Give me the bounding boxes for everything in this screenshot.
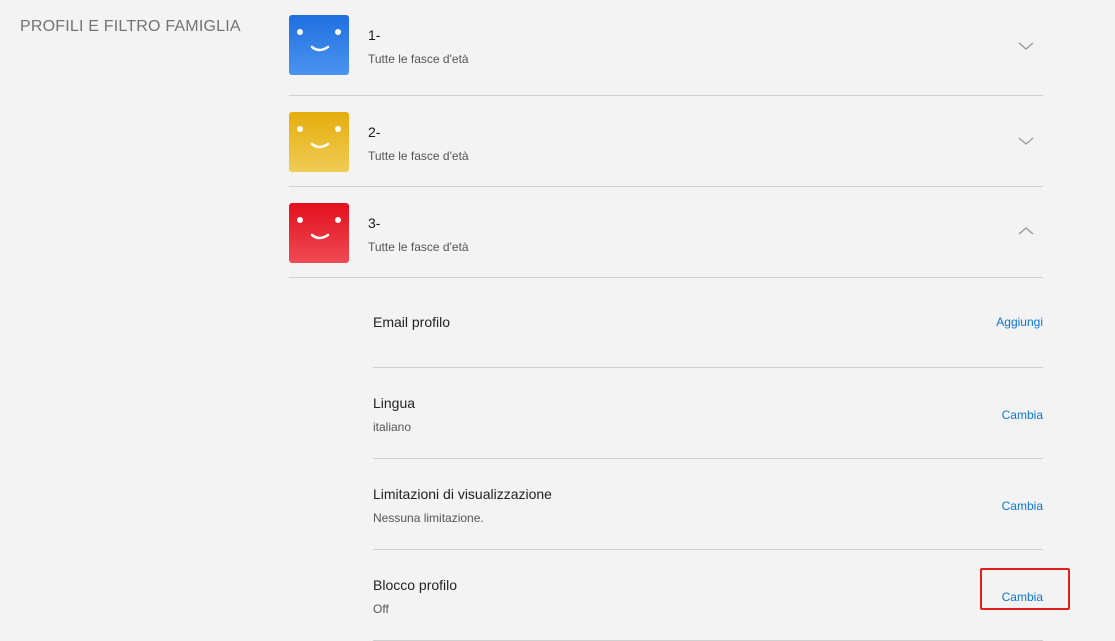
add-email-link[interactable]: Aggiungi xyxy=(996,315,1043,329)
change-viewing-restrictions-link[interactable]: Cambia xyxy=(1002,499,1043,513)
setting-viewing-restrictions: Limitazioni di visualizzazione Nessuna l… xyxy=(373,459,1043,550)
profile-row-2[interactable]: 2- Tutte le fasce d'età xyxy=(289,96,1043,187)
profile-rating: Tutte le fasce d'età xyxy=(368,52,469,66)
avatar-smiley-yellow-icon xyxy=(289,112,349,172)
profile-name: 3- xyxy=(368,215,381,231)
profile-rating: Tutte le fasce d'età xyxy=(368,149,469,163)
chevron-up-icon[interactable] xyxy=(1017,222,1035,240)
chevron-down-icon[interactable] xyxy=(1017,132,1035,150)
profile-list: 1- Tutte le fasce d'età 2- Tutte le fasc… xyxy=(289,0,1043,278)
setting-profile-lock: Blocco profilo Off Cambia xyxy=(373,550,1043,641)
setting-label: Limitazioni di visualizzazione xyxy=(373,486,552,502)
profile-rating: Tutte le fasce d'età xyxy=(368,240,469,254)
profile-row-1[interactable]: 1- Tutte le fasce d'età xyxy=(289,0,1043,96)
avatar-smiley-red-icon xyxy=(289,203,349,263)
profile-name: 2- xyxy=(368,124,381,140)
change-language-link[interactable]: Cambia xyxy=(1002,408,1043,422)
avatar-smiley-blue-icon xyxy=(289,15,349,75)
change-profile-lock-link[interactable]: Cambia xyxy=(1002,590,1043,604)
profile-settings: Email profilo Aggiungi Lingua italiano C… xyxy=(373,277,1043,641)
setting-label: Email profilo xyxy=(373,314,451,330)
setting-label: Lingua xyxy=(373,395,416,411)
chevron-down-icon[interactable] xyxy=(1017,37,1035,55)
profile-name: 1- xyxy=(368,27,381,43)
setting-value: Nessuna limitazione. xyxy=(373,511,484,525)
section-title: PROFILI E FILTRO FAMIGLIA xyxy=(20,18,241,35)
setting-label: Blocco profilo xyxy=(373,577,458,593)
setting-email: Email profilo Aggiungi xyxy=(373,277,1043,368)
setting-value: italiano xyxy=(373,420,412,434)
profile-row-3[interactable]: 3- Tutte le fasce d'età xyxy=(289,187,1043,278)
setting-value: Off xyxy=(373,602,389,616)
setting-language: Lingua italiano Cambia xyxy=(373,368,1043,459)
